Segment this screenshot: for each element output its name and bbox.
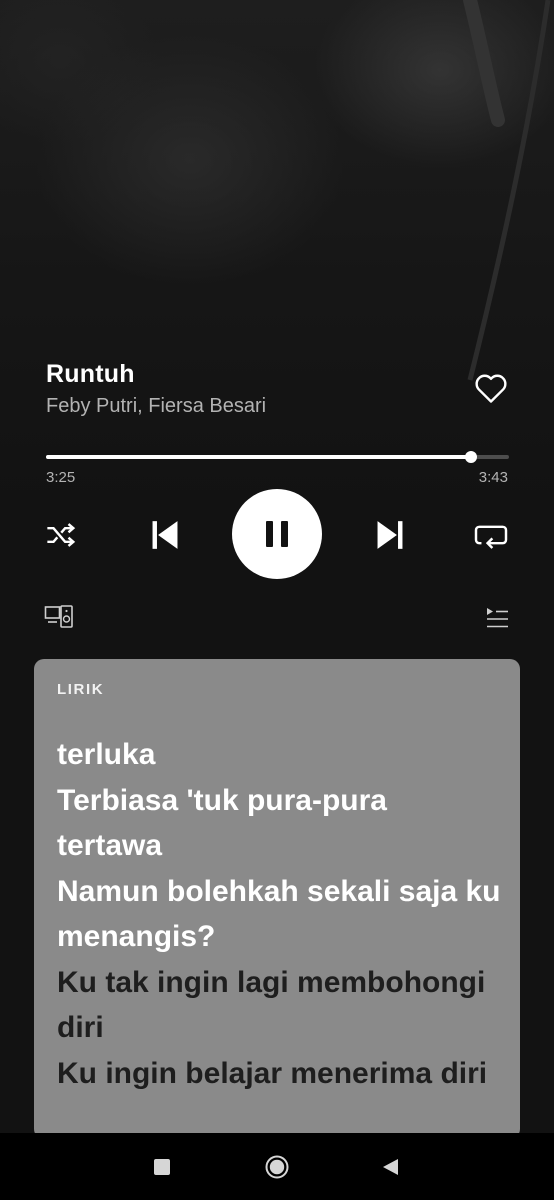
- system-navigation-bar: [0, 1133, 554, 1200]
- lyric-line[interactable]: diri: [57, 1005, 507, 1051]
- pause-icon: [266, 521, 288, 547]
- lyric-line[interactable]: tertawa: [57, 823, 507, 869]
- triangle-back-icon[interactable]: [381, 1158, 399, 1176]
- lyric-line[interactable]: Ku ingin belajar menerima diri: [57, 1051, 507, 1097]
- progress-fill: [46, 455, 472, 459]
- artwork-shape: [463, 0, 551, 381]
- skip-next-icon[interactable]: [373, 517, 407, 553]
- lyrics-card[interactable]: LIRIK terluka Terbiasa 'tuk pura-pura tert…: [34, 659, 520, 1139]
- total-duration: 3:43: [478, 469, 508, 486]
- square-recents-icon[interactable]: [154, 1159, 170, 1175]
- pause-button[interactable]: [232, 489, 322, 579]
- shuffle-icon[interactable]: [44, 520, 78, 550]
- album-artwork: [0, 0, 554, 520]
- lyric-line[interactable]: Namun bolehkah sekali saja ku: [57, 869, 507, 915]
- like-heart-icon[interactable]: [474, 372, 508, 404]
- repeat-icon[interactable]: [473, 520, 509, 550]
- lyric-line[interactable]: Terbiasa 'tuk pura-pura: [57, 778, 507, 824]
- elapsed-time: 3:25: [46, 469, 76, 486]
- circle-home-icon[interactable]: [264, 1154, 290, 1180]
- skip-previous-icon[interactable]: [148, 517, 182, 553]
- connect-devices-icon[interactable]: [44, 604, 74, 630]
- track-title[interactable]: Runtuh: [46, 360, 135, 389]
- lyrics-lines: terluka Terbiasa 'tuk pura-pura tertawa Nam…: [57, 732, 507, 1096]
- lyric-line[interactable]: Ku tak ingin lagi membohongi: [57, 960, 507, 1006]
- lyrics-label: LIRIK: [57, 681, 105, 698]
- progress-bar[interactable]: [46, 451, 509, 463]
- queue-icon[interactable]: [484, 606, 510, 630]
- track-artist[interactable]: Feby Putri, Fiersa Besari: [46, 395, 266, 418]
- lyric-line[interactable]: menangis?: [57, 914, 507, 960]
- lyric-line[interactable]: terluka: [57, 732, 507, 778]
